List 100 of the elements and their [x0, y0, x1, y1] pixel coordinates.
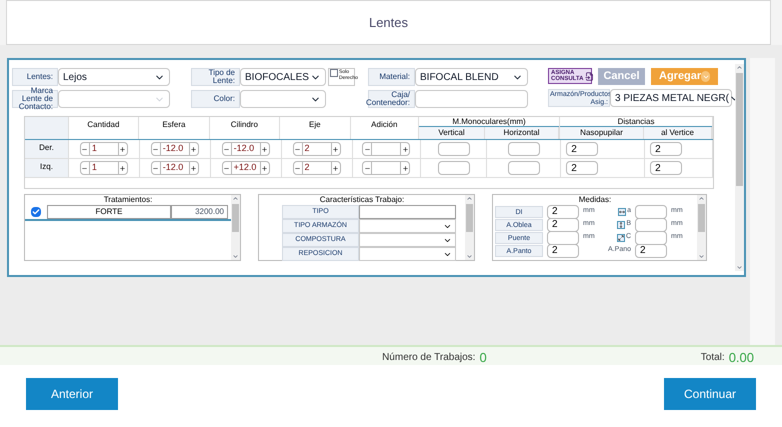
total-label: Total: — [700, 351, 725, 365]
plus-button[interactable] — [400, 142, 410, 156]
jobs-count: 0 — [479, 351, 487, 365]
number-field[interactable]: 2 — [650, 161, 682, 175]
scrollbar[interactable] — [697, 195, 706, 260]
column-header: Cilindro — [210, 117, 280, 139]
number-field[interactable] — [508, 142, 540, 156]
plus-button[interactable] — [400, 161, 410, 175]
text-field[interactable] — [415, 90, 528, 108]
number-field[interactable]: 2 — [547, 204, 579, 218]
minus-button[interactable] — [292, 161, 303, 175]
corner-cell — [25, 117, 69, 139]
scrollbar[interactable] — [735, 64, 744, 271]
page-title: Lentes — [368, 14, 408, 32]
number-field[interactable]: -12.0 — [160, 142, 189, 156]
minus-button[interactable] — [80, 142, 90, 156]
text-field[interactable] — [359, 205, 456, 219]
plus-button[interactable] — [260, 161, 270, 175]
scroll-up-icon[interactable] — [736, 64, 743, 71]
measure-icon — [618, 208, 626, 216]
scrollbar-thumb[interactable] — [232, 204, 239, 232]
previous-button[interactable]: Anterior — [26, 378, 118, 410]
minus-button[interactable] — [362, 161, 372, 175]
panel-title: Características Trabajo: — [320, 195, 404, 205]
number-field[interactable]: 2 — [650, 142, 682, 156]
select-field[interactable] — [240, 90, 326, 108]
dropdown-icon — [701, 71, 710, 82]
select-field[interactable]: Lejos — [58, 68, 170, 86]
select-field[interactable]: BIFOCAL BLEND — [415, 68, 528, 86]
scroll-down-icon[interactable] — [466, 253, 473, 260]
column-header: Nasopupilar — [560, 127, 644, 139]
select-field[interactable]: 3 PIEZAS METAL NEGR( — [610, 89, 732, 107]
minus-button[interactable] — [150, 161, 161, 175]
measure-icon — [617, 220, 626, 228]
number-field[interactable]: 1 — [90, 142, 118, 156]
number-field[interactable]: -12.0 — [160, 161, 189, 175]
plus-button[interactable] — [118, 161, 128, 175]
column-header: Esfera — [139, 117, 210, 139]
plus-button[interactable] — [260, 142, 270, 156]
number-field[interactable] — [372, 142, 400, 156]
number-field[interactable] — [372, 161, 400, 175]
total-value: 0.00 — [728, 351, 754, 365]
number-field[interactable] — [547, 230, 579, 244]
scrollbar-thumb[interactable] — [736, 73, 743, 186]
number-field[interactable]: 2 — [302, 142, 331, 156]
number-field[interactable] — [438, 142, 470, 156]
jobs-label: Número de Trabajos: — [382, 351, 476, 365]
scrollbar[interactable] — [231, 195, 240, 260]
number-field[interactable]: +12.0 — [232, 161, 260, 175]
number-field[interactable]: 2 — [566, 142, 598, 156]
select-field[interactable]: BIOFOCALES — [240, 68, 326, 86]
scrollbar[interactable] — [465, 195, 474, 260]
checkbox[interactable] — [31, 207, 41, 217]
scroll-down-icon[interactable] — [232, 253, 239, 260]
plus-icon — [190, 164, 198, 172]
number-field[interactable]: 2 — [302, 161, 331, 175]
number-field[interactable]: 2 — [635, 244, 667, 258]
number-field[interactable]: 2 — [566, 161, 598, 175]
field-label: Lentes: — [12, 68, 58, 86]
table-cell: FORTE — [47, 205, 171, 219]
measure-icon — [616, 234, 625, 242]
field-label: Caja/ Contenedor: — [368, 90, 415, 108]
minus-button[interactable] — [292, 142, 303, 156]
number-field[interactable]: 1 — [90, 161, 118, 175]
plus-button[interactable] — [188, 142, 199, 156]
number-field[interactable] — [635, 204, 667, 218]
minus-button[interactable] — [362, 142, 372, 156]
continue-button[interactable]: Continuar — [664, 378, 756, 410]
scroll-up-icon[interactable] — [698, 195, 705, 202]
minus-button[interactable] — [222, 142, 232, 156]
column-header: al Vertice — [644, 127, 712, 139]
plus-button[interactable] — [188, 161, 199, 175]
minus-button[interactable] — [222, 161, 232, 175]
number-field[interactable]: 2 — [547, 218, 579, 232]
row-label: Izq. — [25, 159, 69, 177]
minus-button[interactable] — [80, 161, 90, 175]
scroll-down-icon[interactable] — [698, 253, 705, 260]
scroll-up-icon[interactable] — [232, 195, 239, 202]
field-label: Tipo de Lente: — [191, 68, 240, 86]
select-field[interactable] — [359, 219, 456, 233]
select-field[interactable] — [359, 247, 456, 261]
scrollbar-thumb[interactable] — [466, 204, 473, 232]
plus-button[interactable] — [330, 142, 341, 156]
plus-button[interactable] — [118, 142, 128, 156]
number-field[interactable] — [635, 218, 667, 232]
scrollbar-thumb[interactable] — [698, 204, 705, 232]
column-header: Eje — [280, 117, 351, 139]
select-field[interactable] — [359, 233, 456, 247]
number-field[interactable] — [635, 230, 667, 244]
number-field[interactable] — [438, 161, 470, 175]
plus-icon — [119, 164, 126, 172]
plus-button[interactable] — [330, 161, 341, 175]
minus-button[interactable] — [150, 142, 161, 156]
scroll-up-icon[interactable] — [466, 195, 473, 202]
plus-icon — [332, 164, 340, 172]
table-cell: 3200.00 — [171, 205, 228, 219]
scroll-down-icon[interactable] — [736, 264, 743, 271]
number-field[interactable] — [508, 161, 540, 175]
number-field[interactable]: 2 — [547, 244, 579, 258]
number-field[interactable]: -12.0 — [232, 142, 260, 156]
